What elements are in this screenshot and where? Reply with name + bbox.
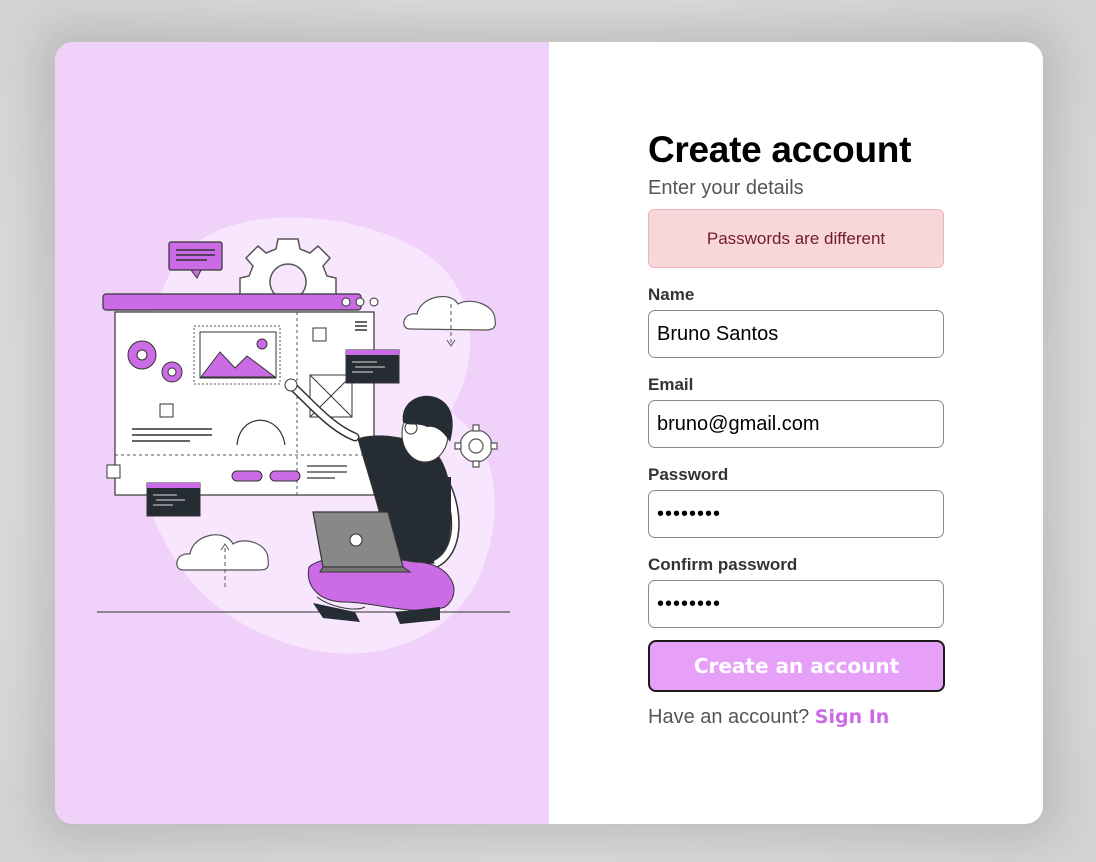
form-subtitle: Enter your details (648, 177, 804, 199)
password-label: Password (648, 465, 729, 484)
signin-prompt: Have an account? (648, 706, 810, 728)
name-value: Bruno Santos (657, 322, 779, 345)
form-title: Create account (648, 129, 912, 170)
error-message: Passwords are different (706, 228, 886, 248)
name-field[interactable]: Bruno Santos (648, 310, 944, 358)
illustration-panel (55, 42, 549, 824)
password-value: •••••••• (657, 502, 722, 525)
password-field[interactable]: •••••••• (648, 490, 944, 538)
create-account-button[interactable]: Create an account (648, 640, 945, 692)
email-field[interactable]: bruno@gmail.com (648, 400, 944, 448)
form-panel: Create account Enter your details Passwo… (549, 42, 1043, 824)
error-alert: Passwords are different (648, 209, 944, 268)
email-label: Email (648, 375, 694, 394)
confirm-password-value: •••••••• (657, 592, 722, 615)
email-value: bruno@gmail.com (657, 412, 820, 435)
signin-link[interactable]: Sign In (815, 706, 890, 728)
name-label: Name (648, 285, 695, 304)
confirm-password-label: Confirm password (648, 555, 798, 574)
confirm-password-field[interactable]: •••••••• (648, 580, 944, 628)
create-account-form: Create account Enter your details Passwo… (648, 128, 945, 729)
developer-web-design-illustration (97, 217, 510, 654)
signin-row: Have an account? Sign In (648, 706, 944, 729)
signup-card: Create account Enter your details Passwo… (55, 42, 1043, 824)
